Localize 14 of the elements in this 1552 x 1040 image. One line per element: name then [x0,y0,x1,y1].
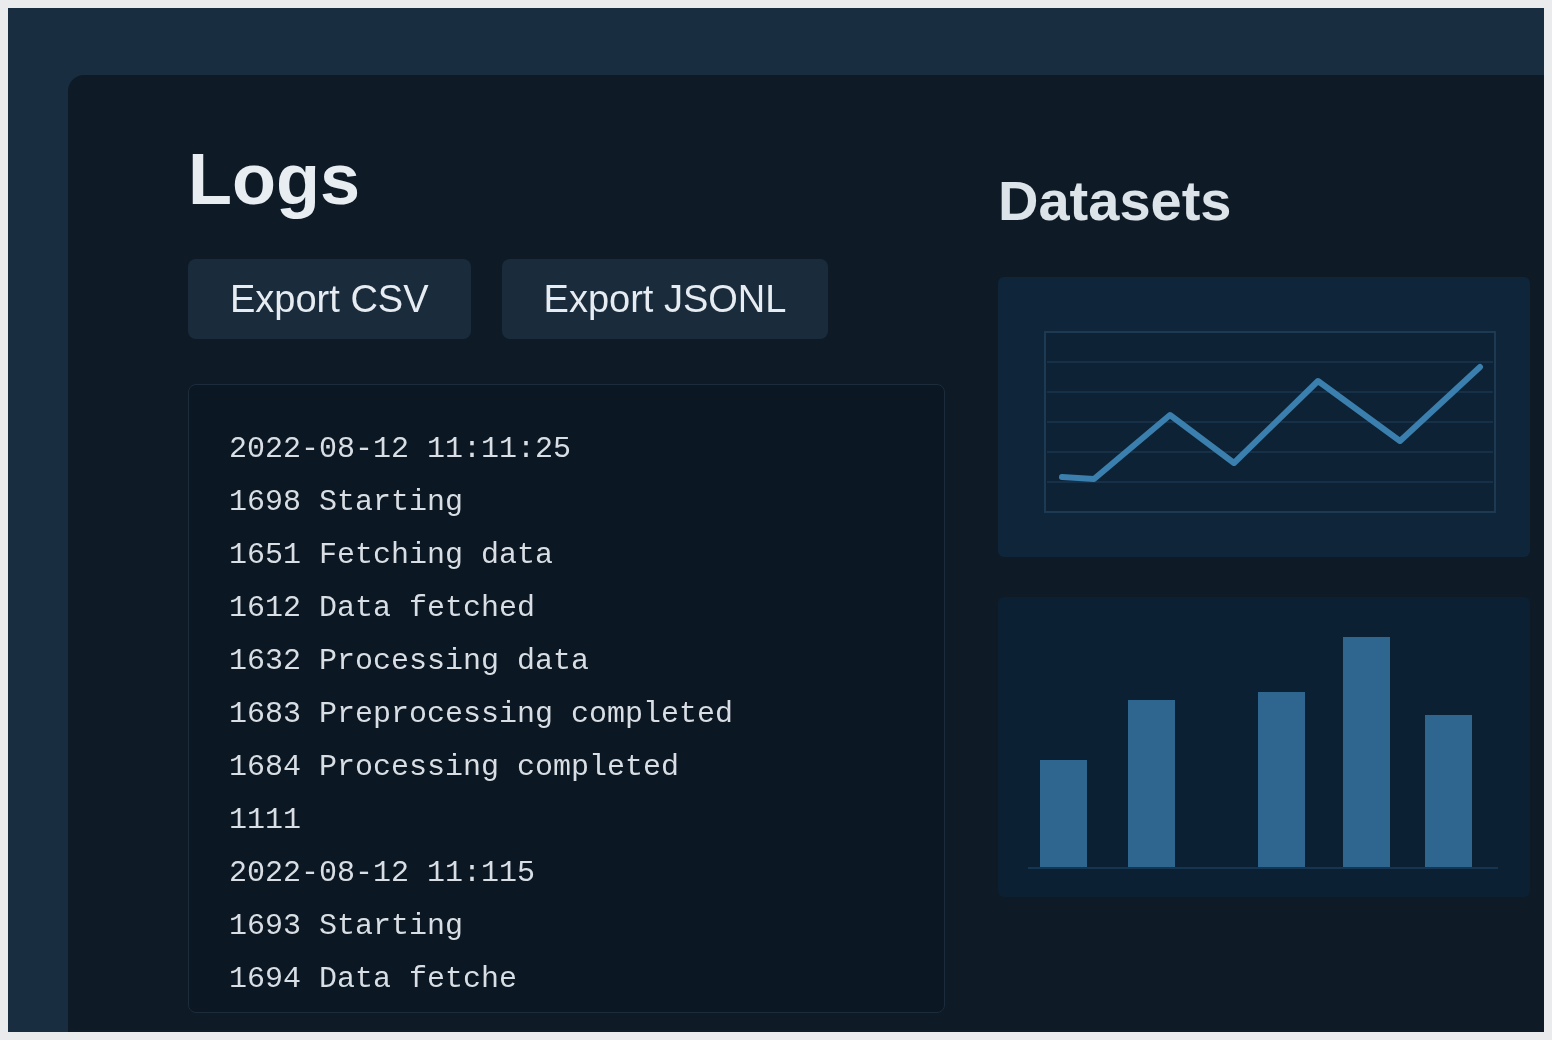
log-line: 1111 [229,802,301,839]
log-line: 1651 Fetching data [229,537,554,574]
log-line: 1612 Data fetched [229,590,536,627]
log-line: 1693 Starting [229,908,464,945]
log-line: 1694 Data fetche [229,961,518,998]
log-line: 1684 Processing completed [229,749,680,786]
export-button[interactable]: Export JSONL [501,259,829,339]
log-line: 1698 Starting [229,484,464,521]
log-line: 1683 Preprocessing completed [229,696,734,733]
log-line: 1632 Processing data [229,643,590,680]
log-line: 2022-08-12 11:115 [229,855,536,892]
log-line: 2022-08-12 11:11:25 [229,431,572,468]
datasets-title: Datasets [998,173,1232,229]
export-button[interactable]: Export CSV [188,259,471,339]
